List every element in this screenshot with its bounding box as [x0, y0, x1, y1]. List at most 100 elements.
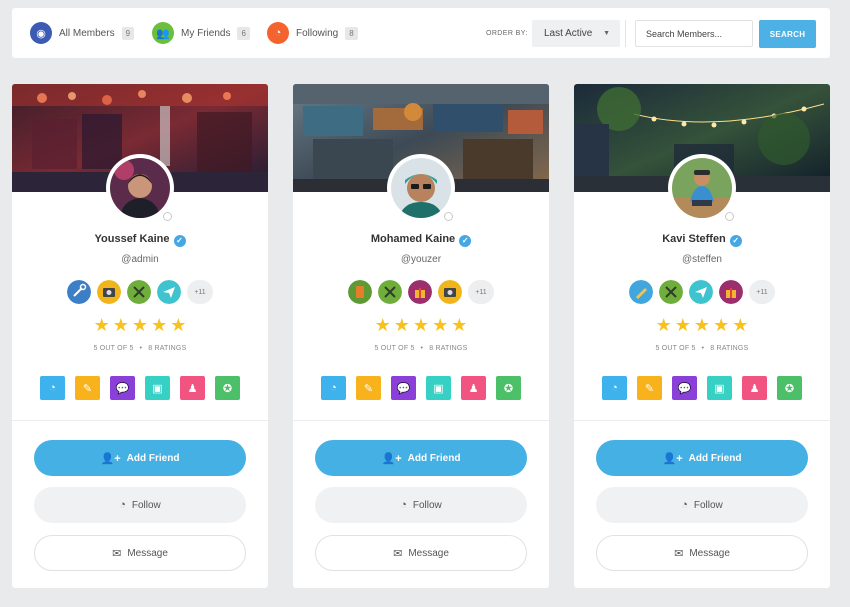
- order-by-label: ORDER BY:: [486, 30, 528, 37]
- follow-button[interactable]: ◔ Follow: [315, 487, 527, 523]
- user-plus-icon: 👤+: [100, 452, 121, 465]
- rating-summary: 5 OUT OF 5 • 8 RATINGS: [574, 345, 830, 352]
- filter-label: My Friends: [181, 27, 231, 39]
- member-card: Mohamed Kaine ✓ @youzer +11 ★ ★ ★ ★ ★ 5 OUT O…: [293, 84, 549, 588]
- filter-label: All Members: [59, 27, 115, 39]
- badges-list: +11: [293, 280, 549, 304]
- star-icon: ★: [655, 315, 672, 335]
- user-plus-icon: 👤+: [381, 452, 402, 465]
- search-button[interactable]: SEARCH: [759, 20, 816, 48]
- badge-tools-icon[interactable]: [659, 280, 683, 304]
- star-rating: ★ ★ ★ ★ ★: [12, 316, 268, 334]
- search-placeholder: Search Members...: [646, 28, 723, 39]
- separator-dot: •: [420, 345, 424, 352]
- badges-list: +11: [574, 280, 830, 304]
- award-icon[interactable]: ✪: [777, 376, 802, 400]
- avatar[interactable]: [668, 154, 736, 222]
- badge-paper-plane-icon[interactable]: [689, 280, 713, 304]
- message-button[interactable]: ✉ Message: [34, 535, 246, 571]
- add-friend-label: Add Friend: [407, 452, 461, 464]
- verified-icon: ✓: [173, 235, 186, 247]
- add-friend-button[interactable]: 👤+ Add Friend: [34, 440, 246, 476]
- filter-count: 8: [345, 26, 358, 40]
- pencil-icon[interactable]: ✎: [75, 376, 100, 400]
- order-by-select[interactable]: Last Active ▼: [532, 20, 620, 47]
- badge-book-icon[interactable]: [348, 280, 372, 304]
- groups-icon[interactable]: ♟: [742, 376, 767, 400]
- groups-icon[interactable]: ♟: [461, 376, 486, 400]
- verified-icon: ✓: [459, 235, 472, 247]
- message-label: Message: [408, 547, 449, 559]
- badge-wrench-icon[interactable]: [67, 280, 91, 304]
- rss-icon[interactable]: ◔: [602, 376, 627, 400]
- filter-label: Following: [296, 27, 339, 39]
- comments-icon[interactable]: 💬: [391, 376, 416, 400]
- rating-text: 5 OUT OF 5: [93, 345, 134, 352]
- profile-shortcuts: ◔ ✎ 💬 ▣ ♟ ✪: [293, 376, 549, 400]
- follow-label: Follow: [693, 499, 723, 511]
- rss-icon[interactable]: ◔: [40, 376, 65, 400]
- pencil-icon[interactable]: ✎: [637, 376, 662, 400]
- star-icon: ★: [131, 315, 149, 335]
- filter-following[interactable]: ◔ Following 8: [267, 21, 358, 45]
- order-by-value: Last Active: [544, 28, 593, 39]
- envelope-icon: ✉: [674, 547, 684, 560]
- badge-pencil-icon[interactable]: [629, 280, 653, 304]
- rating-text: 5 OUT OF 5: [374, 345, 415, 352]
- member-name[interactable]: Mohamed Kaine: [371, 233, 455, 245]
- media-icon[interactable]: ▣: [707, 376, 732, 400]
- rss-icon[interactable]: ◔: [321, 376, 346, 400]
- badge-paper-plane-icon[interactable]: [157, 280, 181, 304]
- star-icon: ★: [393, 315, 410, 335]
- media-icon[interactable]: ▣: [145, 376, 170, 400]
- star-icon: ★: [112, 315, 129, 335]
- user-plus-icon: 👤+: [662, 452, 683, 465]
- online-status-indicator: [163, 212, 172, 221]
- groups-icon[interactable]: ♟: [180, 376, 205, 400]
- add-friend-button[interactable]: 👤+ Add Friend: [315, 440, 527, 476]
- more-badges-count[interactable]: +11: [468, 280, 494, 304]
- ratings-count: 8 RATINGS: [429, 345, 468, 352]
- filter-all-members[interactable]: ◉ All Members 9: [30, 21, 135, 45]
- message-label: Message: [689, 547, 730, 559]
- more-badges-count[interactable]: +11: [749, 280, 775, 304]
- star-icon: ★: [93, 315, 110, 335]
- follow-button[interactable]: ◔ Follow: [596, 487, 808, 523]
- badge-tools-icon[interactable]: [127, 280, 151, 304]
- message-button[interactable]: ✉ Message: [315, 535, 527, 571]
- badge-tools-icon[interactable]: [378, 280, 402, 304]
- rating-summary: 5 OUT OF 5 • 8 RATINGS: [12, 345, 268, 352]
- ratings-count: 8 RATINGS: [710, 345, 749, 352]
- star-rating: ★ ★ ★ ★ ★: [293, 316, 549, 334]
- member-name[interactable]: Youssef Kaine: [95, 233, 170, 245]
- friends-icon: 👥: [152, 22, 174, 44]
- rss-icon: ◔: [119, 499, 126, 511]
- badge-gift-icon[interactable]: [408, 280, 432, 304]
- member-name[interactable]: Kavi Steffen: [662, 233, 726, 245]
- award-icon[interactable]: ✪: [215, 376, 240, 400]
- badge-camera-icon[interactable]: [97, 280, 121, 304]
- search-input[interactable]: Search Members...: [635, 20, 753, 47]
- separator-dot: •: [701, 345, 705, 352]
- star-icon: ★: [412, 315, 430, 335]
- pencil-icon[interactable]: ✎: [356, 376, 381, 400]
- caret-down-icon: ▼: [603, 30, 610, 37]
- follow-button[interactable]: ◔ Follow: [34, 487, 246, 523]
- award-icon[interactable]: ✪: [496, 376, 521, 400]
- more-badges-count[interactable]: +11: [187, 280, 213, 304]
- add-friend-label: Add Friend: [126, 452, 180, 464]
- comments-icon[interactable]: 💬: [110, 376, 135, 400]
- ratings-count: 8 RATINGS: [148, 345, 187, 352]
- member-name-row: Mohamed Kaine ✓: [293, 233, 549, 247]
- badge-camera-icon[interactable]: [438, 280, 462, 304]
- avatar[interactable]: [387, 154, 455, 222]
- comments-icon[interactable]: 💬: [672, 376, 697, 400]
- avatar[interactable]: [106, 154, 174, 222]
- message-button[interactable]: ✉ Message: [596, 535, 808, 571]
- rss-icon: ◔: [681, 499, 688, 511]
- media-icon[interactable]: ▣: [426, 376, 451, 400]
- badge-gift-icon[interactable]: [719, 280, 743, 304]
- divider: [293, 420, 549, 421]
- filter-my-friends[interactable]: 👥 My Friends 6: [152, 21, 250, 45]
- add-friend-button[interactable]: 👤+ Add Friend: [596, 440, 808, 476]
